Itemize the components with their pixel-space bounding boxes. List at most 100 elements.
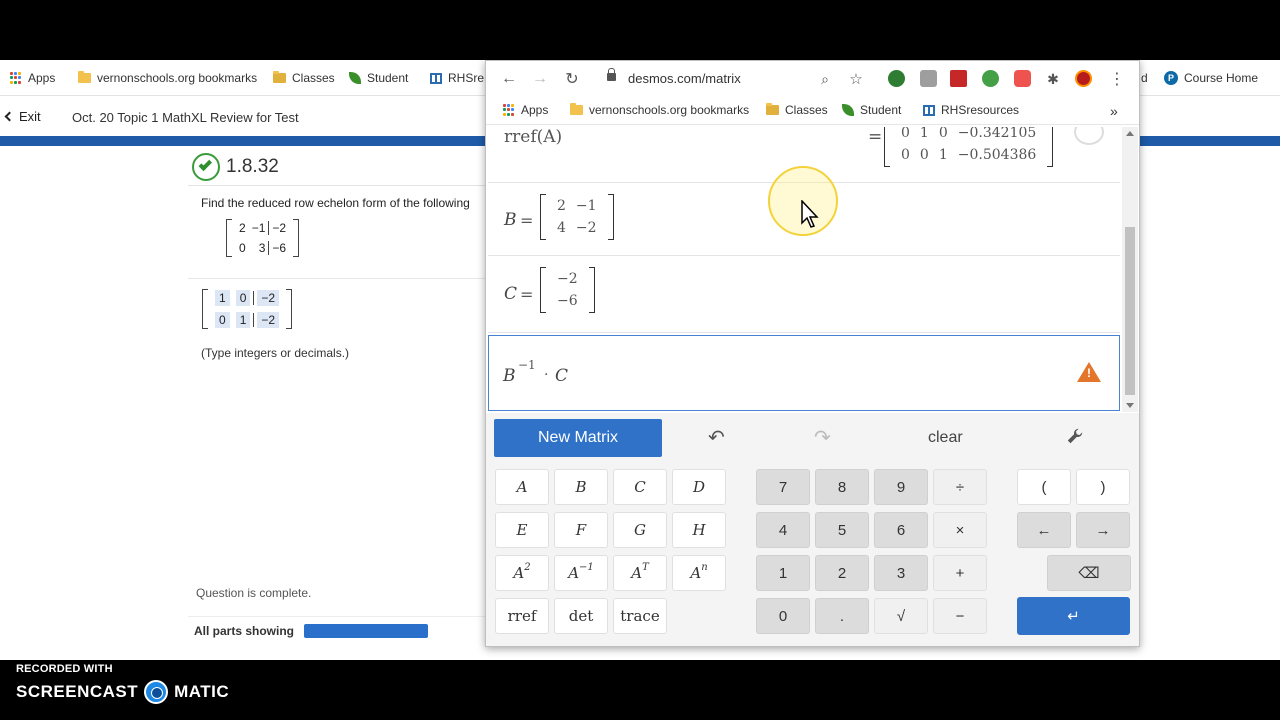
question-status: Question is complete. bbox=[196, 586, 312, 600]
key-2[interactable]: 2 bbox=[815, 555, 869, 591]
menu-dots-icon[interactable]: ⋮ bbox=[1108, 70, 1126, 88]
matrix-cell[interactable]: −2 bbox=[552, 271, 583, 287]
matrix-cell[interactable]: −1 bbox=[571, 198, 602, 214]
answer-box[interactable]: −2 bbox=[257, 290, 280, 306]
key-matrix-a[interactable]: A bbox=[495, 469, 549, 505]
bookmark-rhs[interactable]: RHSre bbox=[430, 71, 484, 85]
bookmark-vernon[interactable]: vernonschools.org bookmarks bbox=[570, 103, 749, 117]
clear-button[interactable]: clear bbox=[928, 429, 963, 447]
key-minus[interactable]: − bbox=[933, 598, 987, 634]
answer-box[interactable]: 1 bbox=[235, 312, 251, 328]
enter-key[interactable]: ↵ bbox=[1017, 597, 1130, 635]
answer-box[interactable]: −2 bbox=[257, 312, 280, 328]
url-text[interactable]: desmos.com/matrix bbox=[628, 71, 741, 86]
bookmark-vernon[interactable]: vernonschools.org bookmarks bbox=[78, 71, 257, 85]
back-arrow-icon[interactable]: ← bbox=[500, 70, 518, 88]
key-matrix-b[interactable]: B bbox=[554, 469, 608, 505]
key-6[interactable]: 6 bbox=[874, 512, 928, 548]
warning-icon[interactable] bbox=[1077, 362, 1101, 382]
matrix-cell[interactable]: −6 bbox=[552, 293, 583, 309]
letterbox-top bbox=[0, 0, 1280, 60]
key-base: A bbox=[513, 564, 525, 582]
bookmark-classes[interactable]: Classes bbox=[766, 103, 828, 117]
reload-icon[interactable]: ↻ bbox=[563, 70, 581, 88]
bookmark-apps[interactable]: Apps bbox=[503, 103, 548, 117]
key-matrix-e[interactable]: E bbox=[495, 512, 549, 548]
answer-box[interactable]: 1 bbox=[215, 290, 230, 306]
bookmarks-overflow[interactable]: » bbox=[1110, 103, 1118, 119]
key-1[interactable]: 1 bbox=[756, 555, 810, 591]
pdf-icon[interactable] bbox=[950, 70, 967, 87]
key-matrix-d[interactable]: D bbox=[672, 469, 726, 505]
matrix-c[interactable]: −2 −6 bbox=[540, 267, 595, 313]
expression-c[interactable]: C = −2 −6 bbox=[488, 257, 1120, 333]
scroll-down-icon[interactable] bbox=[1126, 403, 1134, 408]
shapes-icon[interactable] bbox=[1014, 70, 1031, 87]
dot-operator: · bbox=[544, 367, 549, 383]
left-arrow-key[interactable]: ← bbox=[1017, 512, 1071, 548]
bookmark-student[interactable]: Student bbox=[349, 71, 408, 85]
key-times[interactable]: × bbox=[933, 512, 987, 548]
bookmark-rhs[interactable]: RHSresources bbox=[923, 103, 1019, 117]
matrix-cell[interactable]: 2 bbox=[552, 198, 571, 214]
key-trace[interactable]: trace bbox=[613, 598, 667, 634]
new-matrix-button[interactable]: New Matrix bbox=[494, 419, 662, 457]
bookmark-classes[interactable]: Classes bbox=[273, 71, 335, 85]
extension-icon[interactable] bbox=[888, 70, 905, 87]
zoom-icon[interactable]: ⌕ bbox=[816, 70, 834, 88]
star-icon[interactable]: ☆ bbox=[847, 70, 865, 88]
key-decimal[interactable]: . bbox=[815, 598, 869, 634]
answer-box[interactable]: 0 bbox=[235, 290, 251, 306]
undo-icon[interactable]: ↶ bbox=[708, 425, 725, 450]
redo-icon[interactable]: ↷ bbox=[814, 425, 831, 450]
given-matrix: 2 −1 −2 0 3 −6 bbox=[226, 219, 300, 257]
key-matrix-c[interactable]: C bbox=[613, 469, 667, 505]
forward-arrow-icon[interactable]: → bbox=[531, 70, 549, 88]
key-3[interactable]: 3 bbox=[874, 555, 928, 591]
right-arrow-key[interactable]: → bbox=[1076, 512, 1130, 548]
key-inverse[interactable]: A −1 bbox=[554, 555, 608, 591]
key-matrix-f[interactable]: F bbox=[554, 512, 608, 548]
exit-button[interactable]: Exit bbox=[4, 109, 41, 124]
answer-box[interactable]: 0 bbox=[215, 312, 230, 328]
key-transpose[interactable]: AT bbox=[613, 555, 667, 591]
key-power-n[interactable]: An bbox=[672, 555, 726, 591]
gear-icon[interactable] bbox=[920, 70, 937, 87]
scroll-thumb[interactable] bbox=[1125, 227, 1135, 395]
expression-scrollbar[interactable] bbox=[1122, 127, 1138, 412]
expression-active[interactable]: B −1 · C bbox=[488, 335, 1120, 411]
backspace-key[interactable]: ⌫ bbox=[1047, 555, 1131, 591]
matrix-size-icon[interactable] bbox=[1074, 127, 1104, 145]
key-sqrt[interactable]: √ bbox=[874, 598, 928, 634]
map-pin-icon[interactable] bbox=[982, 70, 999, 87]
key-close-paren[interactable]: ) bbox=[1076, 469, 1130, 505]
table-icon bbox=[430, 72, 442, 84]
divider bbox=[188, 278, 488, 279]
matrix-cell[interactable]: −2 bbox=[571, 220, 602, 236]
key-open-paren[interactable]: ( bbox=[1017, 469, 1071, 505]
bookmark-student[interactable]: Student bbox=[842, 103, 901, 117]
key-plus[interactable]: + bbox=[933, 555, 987, 591]
bookmark-label: vernonschools.org bookmarks bbox=[589, 103, 750, 117]
wrench-icon[interactable] bbox=[1066, 427, 1084, 445]
scroll-up-icon[interactable] bbox=[1126, 131, 1134, 136]
key-matrix-g[interactable]: G bbox=[613, 512, 667, 548]
key-8[interactable]: 8 bbox=[815, 469, 869, 505]
bookmark-apps[interactable]: Apps bbox=[10, 71, 55, 85]
key-square[interactable]: A2 bbox=[495, 555, 549, 591]
key-matrix-h[interactable]: H bbox=[672, 512, 726, 548]
puzzle-icon[interactable]: ✱ bbox=[1044, 70, 1062, 88]
key-rref[interactable]: rref bbox=[495, 598, 549, 634]
bookmark-course-home[interactable]: P Course Home bbox=[1164, 71, 1258, 85]
key-9[interactable]: 9 bbox=[874, 469, 928, 505]
key-4[interactable]: 4 bbox=[756, 512, 810, 548]
address-bar: ← → ↻ desmos.com/matrix ⌕ ☆ ✱ ⋮ bbox=[486, 61, 1139, 97]
matrix-cell[interactable]: 4 bbox=[552, 220, 571, 236]
key-det[interactable]: det bbox=[554, 598, 608, 634]
key-divide[interactable]: ÷ bbox=[933, 469, 987, 505]
avatar[interactable] bbox=[1075, 70, 1092, 87]
key-0[interactable]: 0 bbox=[756, 598, 810, 634]
matrix-b[interactable]: 2 −1 4 −2 bbox=[540, 194, 614, 240]
key-5[interactable]: 5 bbox=[815, 512, 869, 548]
key-7[interactable]: 7 bbox=[756, 469, 810, 505]
